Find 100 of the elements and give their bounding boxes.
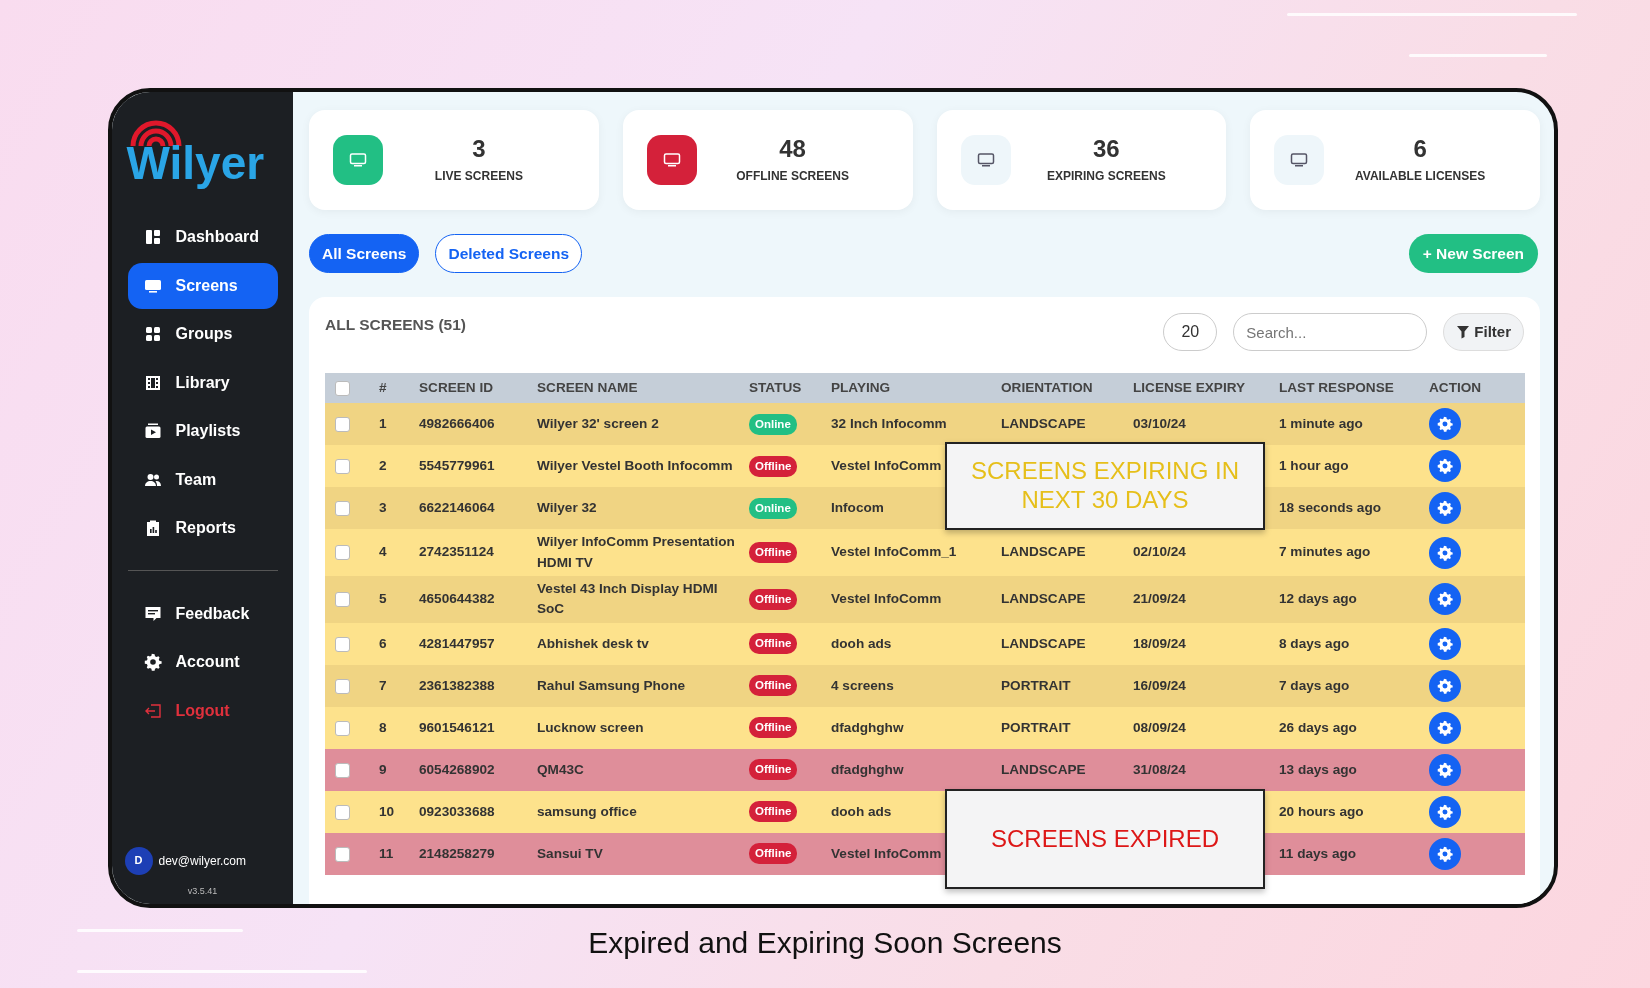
table-cell: Wilyer 32 (537, 500, 597, 516)
checkbox[interactable] (335, 545, 350, 561)
settings-button[interactable] (1429, 627, 1461, 660)
sidebar-item[interactable]: Dashboard (127, 214, 278, 260)
table-cell: QM43C (537, 761, 584, 777)
table-cell: Abhishek desk tv (537, 635, 649, 651)
table-cell: PORTRAIT (1001, 677, 1071, 693)
table-cell: 9601546121 (419, 719, 495, 735)
settings-button[interactable] (1429, 711, 1461, 744)
table-cell: 2148258279 (419, 845, 495, 861)
stat-label: EXPIRING SCREENS (1046, 168, 1167, 186)
settings-icon (1437, 803, 1453, 820)
status-badge: Offline (749, 717, 798, 739)
stat-value: 48 (778, 134, 807, 164)
logout-link[interactable]: Logout (127, 687, 278, 734)
table-cell: Wilyer InfoComm Presentation HDMI TV (537, 534, 735, 570)
checkbox[interactable] (335, 500, 350, 516)
filter-button[interactable]: Filter (1443, 313, 1524, 352)
settings-icon (1437, 591, 1453, 608)
sidebar-item[interactable]: Playlists (127, 408, 278, 454)
settings-button[interactable] (1429, 492, 1461, 525)
tab[interactable]: Deleted Screens (435, 234, 583, 274)
table-cell: 13 days ago (1279, 761, 1357, 777)
table-cell: LANDSCAPE (1001, 544, 1086, 560)
table-cell: 1 (379, 416, 387, 432)
table-cell: 1 minute ago (1279, 416, 1363, 432)
sidebar-item[interactable]: Screens (127, 262, 278, 309)
settings-icon (1437, 500, 1453, 517)
table-cell: 5545779961 (419, 458, 495, 474)
table-cell: 9 (379, 761, 387, 777)
table-cell: 6 (379, 635, 387, 651)
table-cell: LANDSCAPE (1001, 635, 1086, 651)
settings-button[interactable] (1429, 753, 1461, 786)
table-cell: 16/09/24 (1133, 677, 1186, 693)
table-cell: Rahul Samsung Phone (537, 677, 686, 693)
stat-label: OFFLINE SCREENS (735, 168, 850, 186)
status-badge: Offline (749, 542, 798, 564)
checkbox[interactable] (335, 720, 350, 736)
checkbox[interactable] (335, 416, 350, 432)
column-header: LICENSE EXPIRY (1133, 380, 1246, 396)
settings-button[interactable] (1429, 837, 1461, 870)
version-text: v3.5.41 (187, 884, 218, 898)
table-cell: 0923033688 (419, 803, 495, 819)
tab[interactable]: All Screens (309, 234, 420, 274)
table-cell: LANDSCAPE (1001, 761, 1086, 777)
table-cell: 4982666406 (419, 416, 495, 432)
sidebar-item[interactable]: Library (127, 359, 278, 406)
checkbox[interactable] (335, 380, 350, 396)
column-header: SCREEN NAME (537, 380, 638, 396)
column-header: LAST RESPONSE (1279, 380, 1394, 396)
stat-value: 3 (471, 134, 487, 164)
status-badge: Offline (749, 759, 798, 781)
sidebar-item[interactable]: Account (127, 639, 278, 685)
table-cell: 11 days ago (1279, 845, 1357, 861)
status-badge: Offline (749, 843, 798, 865)
checkbox[interactable] (335, 592, 350, 608)
logout-icon (143, 701, 162, 720)
dashboard-icon (143, 228, 162, 246)
table-cell: Vestel InfoComm (831, 845, 942, 861)
settings-button[interactable] (1429, 536, 1461, 569)
table-cell: 12 days ago (1279, 591, 1357, 607)
sidebar-item[interactable]: Groups (127, 311, 278, 357)
table-cell: Wilyer 32' screen 2 (537, 416, 659, 432)
message-icon (143, 604, 162, 623)
column-header: STATUS (749, 380, 802, 396)
table-cell: Lucknow screen (537, 719, 644, 735)
search-field[interactable]: Search... (1233, 313, 1428, 352)
status-badge: Offline (749, 455, 798, 477)
checkbox[interactable] (335, 846, 350, 862)
settings-button[interactable] (1429, 795, 1461, 828)
table-cell: 4 (379, 544, 387, 560)
settings-button[interactable] (1429, 450, 1461, 483)
monitor-icon (662, 152, 681, 168)
table-cell: 10 (379, 803, 395, 819)
table-cell: 18 seconds ago (1279, 500, 1381, 516)
settings-icon (1437, 677, 1453, 694)
table-cell: 7 minutes ago (1279, 544, 1371, 560)
avatar: D (124, 846, 153, 875)
table-cell: 08/09/24 (1133, 719, 1186, 735)
settings-button[interactable] (1429, 669, 1461, 702)
column-header: ACTION (1429, 380, 1482, 396)
callout-label: SCREENS EXPIRING IN NEXT 30 DAYS (945, 442, 1265, 530)
table-cell: Sansui TV (537, 845, 603, 861)
settings-button[interactable] (1429, 583, 1461, 616)
table-cell: 31/08/24 (1133, 761, 1186, 777)
status-badge: Offline (749, 675, 798, 697)
checkbox[interactable] (335, 762, 350, 778)
status-badge: Online (749, 497, 797, 519)
checkbox[interactable] (335, 804, 350, 820)
sidebar-item[interactable]: Reports (127, 505, 278, 551)
sidebar-item[interactable]: Team (127, 456, 278, 503)
settings-button[interactable] (1429, 408, 1461, 441)
checkbox[interactable] (335, 678, 350, 694)
checkbox[interactable] (335, 458, 350, 474)
sidebar-item[interactable]: Feedback (127, 590, 278, 637)
table-cell: 18/09/24 (1133, 635, 1186, 651)
stat-label: LIVE SCREENS (433, 168, 524, 186)
checkbox[interactable] (335, 636, 350, 652)
monitor-icon (1290, 152, 1309, 168)
table-cell: 8 (379, 719, 387, 735)
